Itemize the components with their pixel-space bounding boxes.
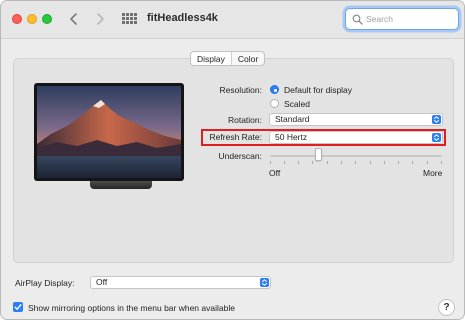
refresh-rate-highlight-box: [201, 129, 446, 146]
grid-icon[interactable]: [122, 13, 137, 25]
slider-tick: [384, 161, 385, 164]
slider-tick: [298, 161, 299, 164]
airplay-display-value: Off: [96, 277, 108, 287]
display-wallpaper-image: [37, 86, 181, 178]
resolution-default-radio[interactable]: [270, 85, 279, 94]
help-button[interactable]: ?: [438, 299, 455, 316]
slider-tick: [355, 161, 356, 164]
slider-tick: [312, 161, 313, 164]
chevron-right-icon[interactable]: [93, 10, 107, 28]
slider-tick: [441, 161, 442, 164]
toolbar: fitHeadless4k: [1, 1, 464, 39]
underscan-min-label: Off: [269, 168, 281, 178]
monitor-stand: [90, 181, 152, 189]
resolution-scaled-radio[interactable]: [270, 99, 279, 108]
tab-color[interactable]: Color: [230, 52, 264, 65]
rotation-label: Rotation:: [227, 115, 262, 125]
rotation-value: Standard: [275, 114, 310, 124]
minimize-window-button[interactable]: [27, 14, 37, 24]
slider-tick: [341, 161, 342, 164]
airplay-display-select[interactable]: Off: [90, 276, 271, 289]
display-preview: [34, 83, 184, 181]
slider-tick: [327, 161, 328, 164]
search-icon: [352, 14, 363, 25]
slider-tick: [284, 161, 285, 164]
popup-arrows-icon: [432, 115, 441, 124]
underscan-label: Underscan:: [218, 151, 262, 161]
tab-display[interactable]: Display: [191, 52, 231, 65]
zoom-window-button[interactable]: [42, 14, 52, 24]
airplay-display-label: AirPlay Display:: [15, 278, 75, 288]
slider-tick: [270, 161, 271, 164]
chevron-left-icon[interactable]: [67, 10, 81, 28]
underscan-max-label: More: [423, 168, 443, 178]
slider-tick: [398, 161, 399, 164]
search-field[interactable]: [345, 8, 459, 30]
close-window-button[interactable]: [12, 14, 22, 24]
search-input[interactable]: [366, 12, 452, 26]
slider-tick: [427, 161, 428, 164]
popup-arrows-icon: [260, 278, 269, 287]
underscan-slider-track[interactable]: [270, 155, 442, 157]
slider-tick: [370, 161, 371, 164]
resolution-label: Resolution:: [219, 85, 262, 95]
rotation-select[interactable]: Standard: [269, 113, 443, 126]
tab-bar: Display Color: [190, 51, 266, 66]
underscan-slider-knob[interactable]: [315, 148, 322, 161]
mirroring-checkbox-label[interactable]: Show mirroring options in the menu bar w…: [28, 303, 235, 313]
display-preferences-window: fitHeadless4k Display Color: [0, 0, 465, 320]
mirroring-checkbox[interactable]: [13, 302, 23, 312]
slider-tick: [412, 161, 413, 164]
resolution-default-label[interactable]: Default for display: [284, 85, 352, 95]
window-title: fitHeadless4k: [147, 12, 218, 24]
resolution-scaled-label[interactable]: Scaled: [284, 99, 310, 109]
